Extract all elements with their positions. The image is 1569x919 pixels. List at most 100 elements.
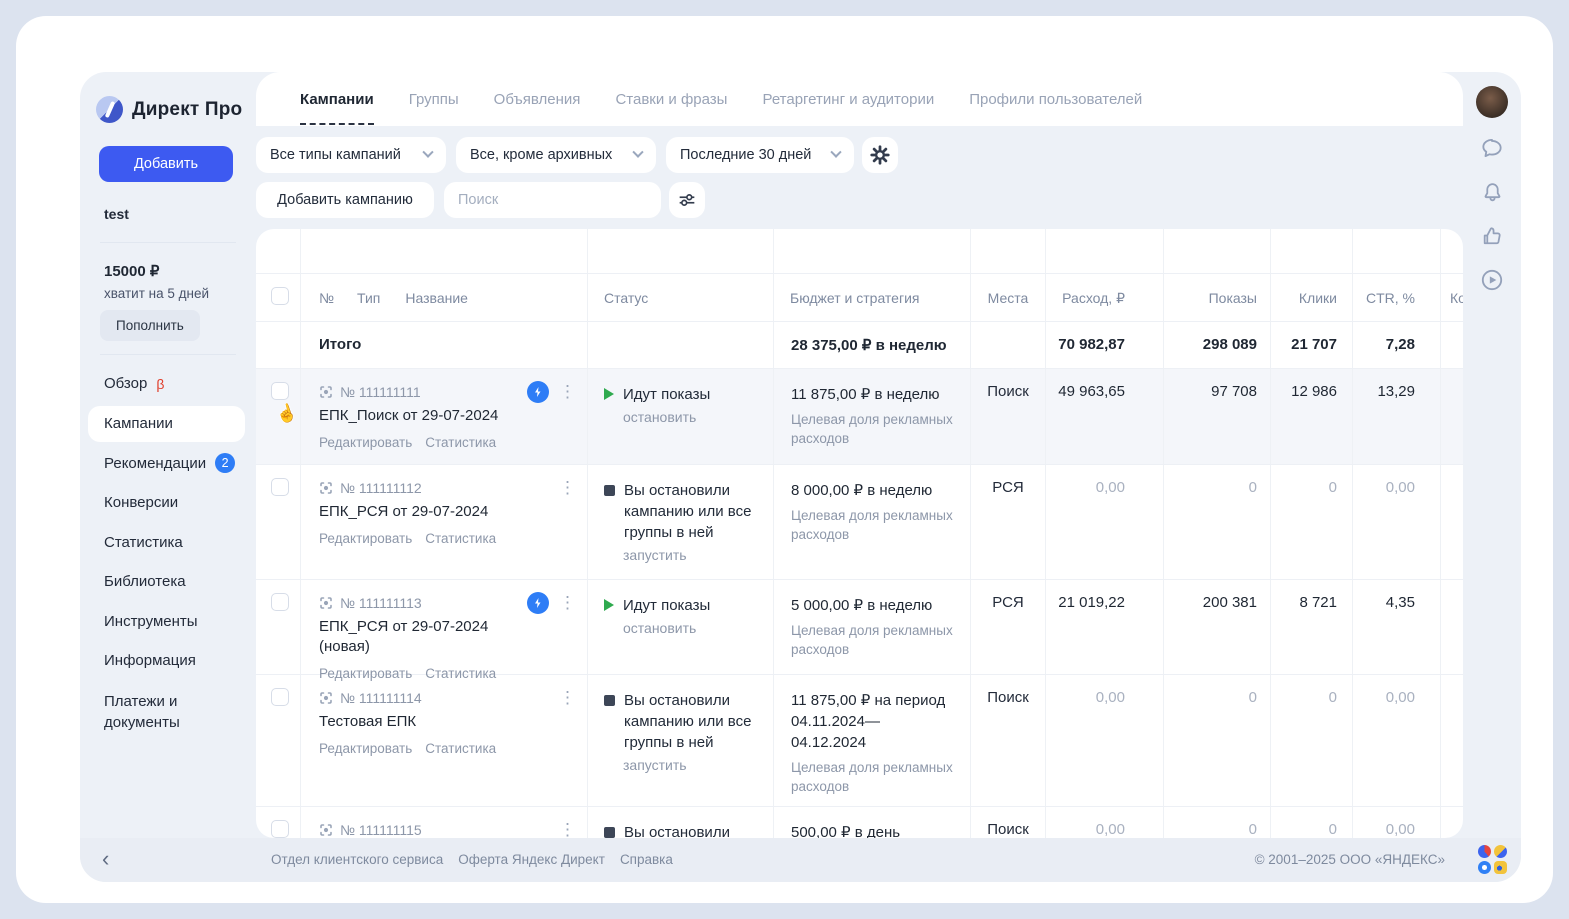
settings-button[interactable] [862, 137, 898, 173]
topup-button[interactable]: Пополнить [100, 310, 200, 341]
avatar[interactable] [1476, 86, 1508, 118]
search-input[interactable] [444, 182, 661, 218]
chevron-down-icon [422, 147, 433, 158]
status-action-link[interactable]: остановить [588, 405, 773, 425]
table-row[interactable]: № 111111115 ⋮ Вы остановили кампанию или… [256, 807, 1463, 838]
play-circle-icon [1479, 267, 1505, 293]
stats-link[interactable]: Статистика [425, 531, 496, 546]
tab-ads[interactable]: Объявления [494, 72, 581, 126]
campaign-name[interactable]: Тестовая ЕПК [301, 706, 587, 732]
col-number[interactable]: № [319, 290, 334, 321]
play-button[interactable] [1478, 266, 1506, 294]
sidebar-item-statistics[interactable]: Статистика [80, 523, 256, 563]
campaign-number: № 111111111 [340, 384, 421, 400]
campaign-type-filter[interactable]: Все типы кампаний [256, 137, 446, 173]
col-name[interactable]: Название [405, 290, 468, 321]
stats-link[interactable]: Статистика [425, 435, 496, 450]
beta-badge: β [156, 376, 164, 392]
sidebar-item-overview[interactable]: Обзорβ [80, 364, 256, 404]
row-checkbox[interactable] [271, 382, 289, 400]
advanced-filters-button[interactable] [669, 182, 705, 218]
tab-campaigns[interactable]: Кампании [300, 72, 374, 126]
table-row[interactable]: № 111111114 Тестовая ЕПК Редактировать С… [256, 675, 1463, 807]
logo[interactable]: Директ Про [96, 96, 242, 123]
edit-link[interactable]: Редактировать [319, 435, 412, 450]
budget-value: 11 875,00 ₽ на период 04.11.2024— 04.12.… [774, 675, 970, 753]
row-checkbox[interactable] [271, 688, 289, 706]
divider [100, 354, 236, 355]
campaign-name[interactable]: ЕПК_РСЯ от 29-07-2024 [301, 496, 587, 522]
collapse-sidebar-icon[interactable]: ‹ [102, 846, 109, 872]
stats-link[interactable]: Статистика [425, 741, 496, 756]
campaign-name[interactable]: ЕПК_РСЯ от 29-07-2024 (новая) [301, 611, 587, 657]
row-menu-icon[interactable]: ⋮ [559, 593, 576, 613]
col-status[interactable]: Статус [588, 274, 774, 321]
col-places[interactable]: Места [971, 274, 1046, 321]
row-checkbox[interactable] [271, 478, 289, 496]
cost-value: 49 963,65 [1046, 369, 1164, 464]
shows-value: 0 [1164, 465, 1271, 579]
ring-icon [1478, 861, 1491, 874]
tab-groups[interactable]: Группы [409, 72, 459, 126]
notifications-button[interactable] [1478, 178, 1506, 206]
clicks-value: 12 986 [1271, 369, 1353, 464]
row-checkbox[interactable] [271, 820, 289, 838]
shows-value: 0 [1164, 675, 1271, 806]
status-stopped-icon [604, 695, 615, 706]
col-type[interactable]: Тип [357, 290, 380, 321]
mouse-cursor: ☝ [273, 401, 299, 427]
cost-value: 21 019,22 [1046, 580, 1164, 674]
add-button[interactable]: Добавить [99, 146, 233, 182]
sidebar-item-payments[interactable]: Платежи и документы [80, 681, 256, 743]
row-checkbox[interactable] [271, 593, 289, 611]
footer-link-offer[interactable]: Оферта Яндекс Директ [458, 852, 605, 867]
row-menu-icon[interactable]: ⋮ [559, 478, 576, 498]
row-menu-icon[interactable]: ⋮ [559, 688, 576, 708]
sidebar-item-campaigns[interactable]: Кампании [88, 406, 245, 442]
like-button[interactable] [1478, 222, 1506, 250]
tab-retargeting[interactable]: Ретаргетинг и аудитории [762, 72, 934, 126]
sidebar-item-tools[interactable]: Инструменты [80, 602, 256, 642]
places-value: РСЯ [971, 580, 1046, 674]
footer-link-support[interactable]: Отдел клиентского сервиса [271, 852, 443, 867]
status-running-icon [604, 599, 614, 611]
status-action-link[interactable]: остановить [588, 616, 773, 636]
service-icons[interactable] [1478, 845, 1507, 874]
col-ctr[interactable]: CTR, % [1353, 274, 1441, 321]
row-menu-icon[interactable]: ⋮ [559, 382, 576, 402]
sidebar-item-recommendations[interactable]: Рекомендации2 [80, 444, 256, 484]
places-value: Поиск [971, 369, 1046, 464]
footer-link-help[interactable]: Справка [620, 852, 673, 867]
sidebar-item-conversions[interactable]: Конверсии [80, 483, 256, 523]
select-all-checkbox[interactable] [271, 287, 289, 305]
sidebar-item-library[interactable]: Библиотека [80, 562, 256, 602]
col-budget[interactable]: Бюджет и стратегия [774, 274, 971, 321]
edit-link[interactable]: Редактировать [319, 741, 412, 756]
table-row[interactable]: № 111111113 ЕПК_РСЯ от 29-07-2024 (новая… [256, 580, 1463, 675]
table-row[interactable]: № 111111112 ЕПК_РСЯ от 29-07-2024 Редакт… [256, 465, 1463, 580]
status-action-link[interactable]: запустить [588, 543, 773, 563]
gear-icon [869, 144, 891, 166]
tab-user-profiles[interactable]: Профили пользователей [969, 72, 1142, 126]
table-row[interactable]: ☝ № 111111111 ЕПК_Поиск от 29-07-2024 Ре… [256, 369, 1463, 465]
period-filter[interactable]: Последние 30 дней [666, 137, 854, 173]
col-conversions[interactable]: Ко [1441, 274, 1463, 321]
campaign-name[interactable]: ЕПК_Поиск от 29-07-2024 [301, 400, 587, 426]
tab-bids-phrases[interactable]: Ставки и фразы [615, 72, 727, 126]
archive-filter[interactable]: Все, кроме архивных [456, 137, 656, 173]
shows-value: 0 [1164, 807, 1271, 838]
add-campaign-button[interactable]: Добавить кампанию [256, 182, 434, 218]
status-action-link[interactable]: запустить [588, 753, 773, 773]
ctr-value: 4,35 [1353, 580, 1441, 674]
edit-link[interactable]: Редактировать [319, 531, 412, 546]
col-shows[interactable]: Показы [1164, 274, 1271, 321]
chat-button[interactable] [1478, 134, 1506, 162]
account-name[interactable]: test [104, 206, 129, 222]
row-menu-icon[interactable]: ⋮ [559, 820, 576, 838]
sidebar-item-information[interactable]: Информация [80, 641, 256, 681]
filters-bar: Все типы кампаний Все, кроме архивных По… [256, 126, 1463, 229]
col-cost[interactable]: Расход, ₽ [1046, 274, 1164, 321]
col-clicks[interactable]: Клики [1271, 274, 1353, 321]
top-tabs: Кампании Группы Объявления Ставки и фраз… [256, 72, 1463, 126]
campaign-type-icon [319, 481, 333, 495]
